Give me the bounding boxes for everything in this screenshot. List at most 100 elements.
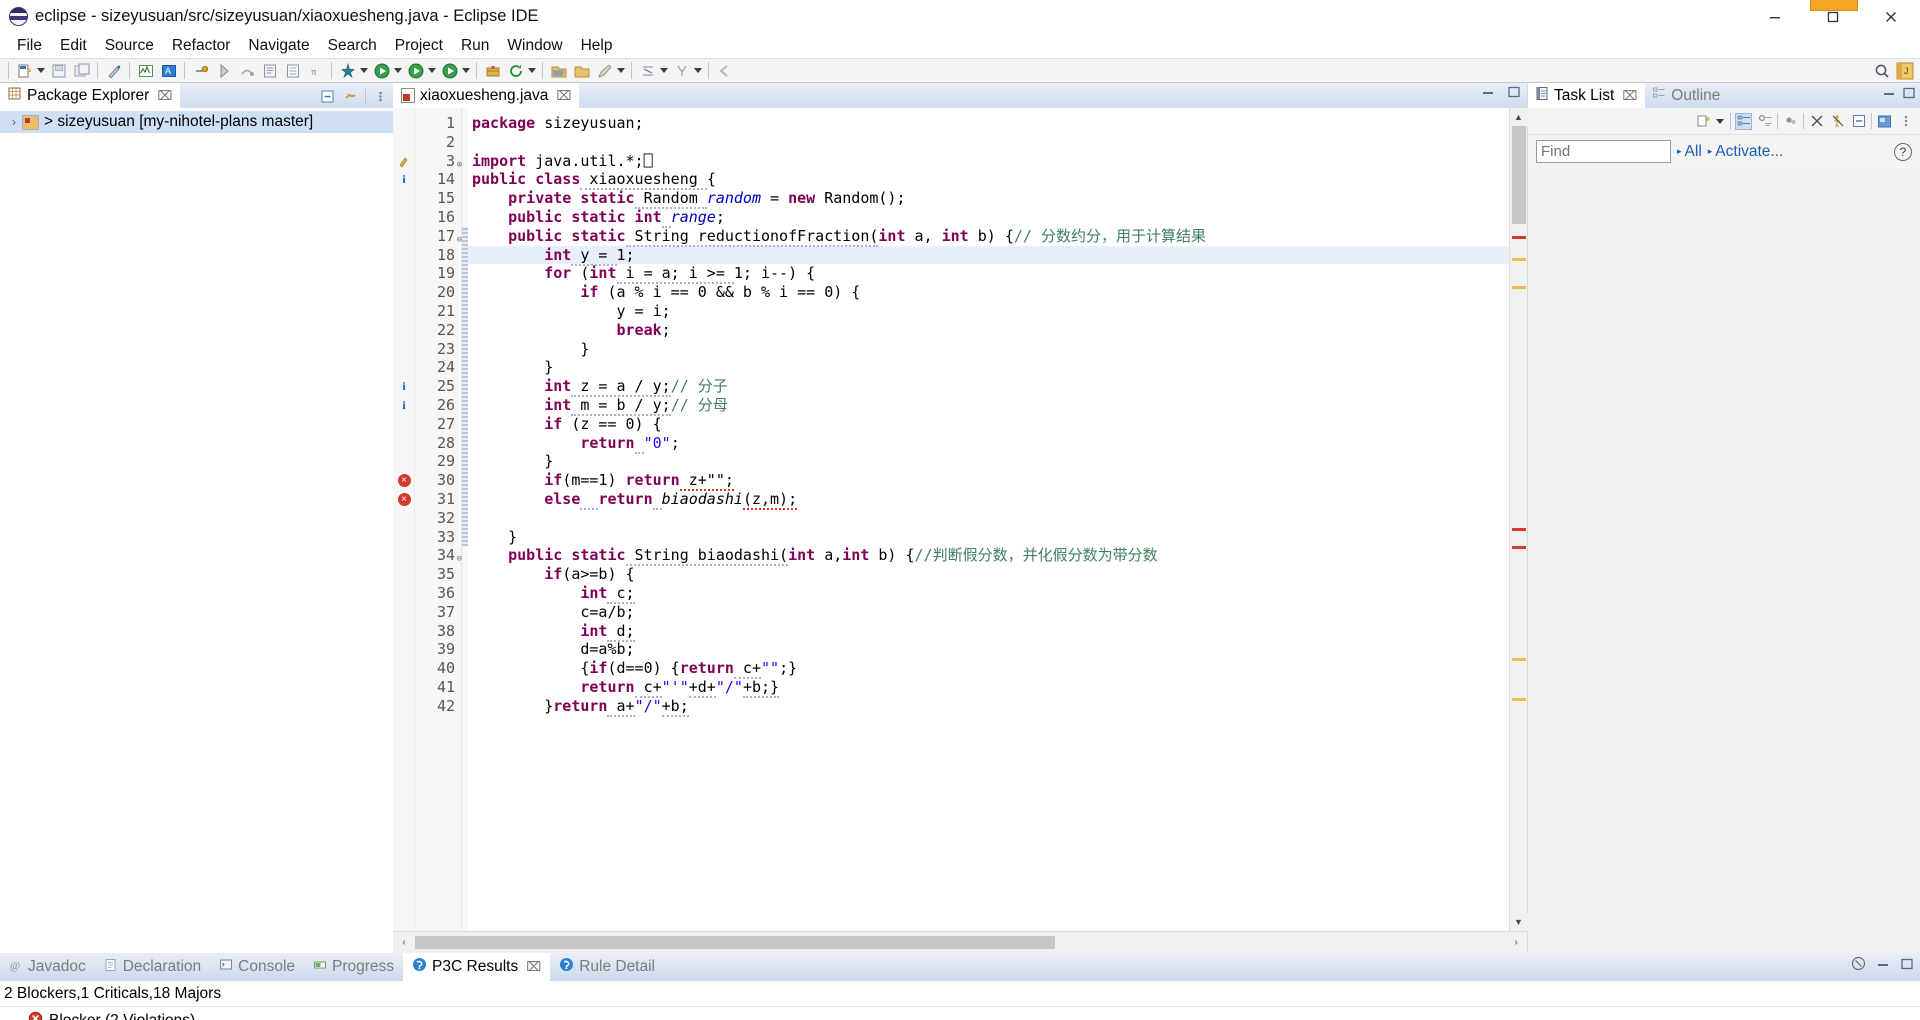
- refresh-dropdown-caret[interactable]: [527, 60, 536, 81]
- code-line[interactable]: }return a+"/"+b;: [468, 696, 1509, 717]
- new-class-icon[interactable]: A: [158, 60, 179, 81]
- menu-help[interactable]: Help: [572, 35, 622, 57]
- filter-all-link[interactable]: ▸ All: [1677, 143, 1702, 161]
- previous-annotation-icon[interactable]: [637, 60, 658, 81]
- new-wizard-dropdown-caret[interactable]: [36, 60, 45, 81]
- code-line[interactable]: int z = a / y;// 分子: [468, 377, 1509, 398]
- new-wizard-icon[interactable]: [14, 60, 35, 81]
- collapse-all-icon[interactable]: [319, 88, 336, 105]
- code-line[interactable]: public static String reductionofFraction…: [468, 226, 1509, 247]
- view-menu-icon[interactable]: [1897, 113, 1914, 130]
- profile-dropdown-caret[interactable]: [359, 60, 368, 81]
- overview-ruler-mark[interactable]: [1512, 546, 1526, 549]
- task-list-content[interactable]: [1528, 168, 1920, 953]
- presentation-icon[interactable]: [1829, 113, 1846, 130]
- code-line[interactable]: return "0";: [468, 433, 1509, 454]
- code-line[interactable]: return c+"'"+d+"/"+b;}: [468, 677, 1509, 698]
- link-with-editor-icon[interactable]: [342, 88, 359, 105]
- edit-pen-icon[interactable]: [594, 60, 615, 81]
- code-line[interactable]: public static String biaodashi(int a,int…: [468, 546, 1509, 567]
- focus-on-workweek-icon[interactable]: [1782, 113, 1799, 130]
- debug-icon[interactable]: [405, 60, 426, 81]
- overview-ruler-mark[interactable]: [1512, 658, 1526, 661]
- menu-window[interactable]: Window: [498, 35, 571, 57]
- maximize-icon[interactable]: [1902, 86, 1916, 105]
- info-annotation-icon[interactable]: i: [396, 171, 412, 187]
- code-line[interactable]: [468, 509, 1509, 528]
- find-input[interactable]: [1536, 140, 1671, 163]
- maximize-icon[interactable]: [1900, 957, 1914, 976]
- profile-icon[interactable]: [337, 60, 358, 81]
- help-icon[interactable]: ?: [1894, 142, 1912, 161]
- tab-close-icon[interactable]: ⌧: [1622, 88, 1637, 104]
- menu-project[interactable]: Project: [386, 35, 452, 57]
- error-annotation-icon[interactable]: ×: [396, 491, 412, 507]
- code-line[interactable]: int m = b / y;// 分母: [468, 395, 1509, 416]
- restore-tasklist-icon[interactable]: [1876, 113, 1893, 130]
- next-annotation-caret[interactable]: [693, 60, 702, 81]
- close-button[interactable]: [1862, 0, 1920, 33]
- minimize-icon[interactable]: [1481, 85, 1495, 104]
- tab-task-list[interactable]: Task List ⌧: [1528, 83, 1646, 108]
- run-icon[interactable]: [371, 60, 392, 81]
- menu-file[interactable]: File: [8, 35, 51, 57]
- fold-collapse-icon[interactable]: ⊖: [451, 231, 462, 245]
- categorized-icon[interactable]: [1735, 112, 1752, 130]
- open-folder-icon[interactable]: [548, 60, 569, 81]
- code-line[interactable]: }: [468, 358, 1509, 377]
- quick-fix-icon[interactable]: [103, 60, 124, 81]
- collapse-all-icon[interactable]: [1850, 113, 1867, 130]
- code-line[interactable]: public class xiaoxuesheng {: [468, 170, 1509, 191]
- editor-annotation-ruler[interactable]: i i i × ×: [393, 108, 415, 931]
- minimize-button[interactable]: [1746, 0, 1804, 33]
- view-menu-icon[interactable]: [372, 88, 389, 105]
- overview-ruler-mark[interactable]: [1512, 528, 1526, 531]
- scroll-up-arrow[interactable]: ▲: [1509, 108, 1528, 126]
- coverage-icon[interactable]: [439, 60, 460, 81]
- search-all-icon[interactable]: [1871, 60, 1892, 81]
- error-annotation-icon[interactable]: ×: [396, 472, 412, 488]
- horizontal-scroll-thumb[interactable]: [415, 936, 1055, 949]
- code-line[interactable]: }: [468, 452, 1509, 471]
- chevron-right-icon[interactable]: ›: [6, 115, 22, 129]
- filter-completed-icon[interactable]: [1808, 113, 1825, 130]
- vertical-scroll-thumb[interactable]: [1512, 126, 1526, 224]
- code-line[interactable]: if (z == 0) {: [468, 415, 1509, 434]
- maximize-button[interactable]: [1804, 0, 1862, 33]
- perspective-java-icon[interactable]: J: [1894, 60, 1915, 81]
- fold-expand-icon[interactable]: ⊕: [451, 156, 462, 170]
- overview-ruler-mark[interactable]: [1512, 236, 1526, 239]
- code-line[interactable]: if (a % i == 0 && b % i == 0) {: [468, 283, 1509, 302]
- tab-xiaoxuesheng-java[interactable]: xiaoxuesheng.java ⌧: [393, 83, 580, 108]
- code-line[interactable]: if(a>=b) {: [468, 565, 1509, 584]
- tab-outline[interactable]: Outline: [1645, 83, 1728, 108]
- menu-edit[interactable]: Edit: [51, 35, 96, 57]
- back-icon[interactable]: [714, 60, 735, 81]
- link-icon[interactable]: [190, 60, 211, 81]
- quickfix-warning-icon[interactable]: [396, 153, 412, 169]
- code-line[interactable]: }: [468, 340, 1509, 359]
- minimize-icon[interactable]: [1876, 957, 1890, 976]
- code-line[interactable]: import java.util.*;⎕: [468, 152, 1509, 171]
- bottom-tab-close-icon[interactable]: ⌧: [526, 959, 541, 975]
- clear-results-icon[interactable]: [1851, 956, 1866, 976]
- code-line[interactable]: int y = 1;: [468, 245, 1509, 266]
- code-line[interactable]: c=a/b;: [468, 603, 1509, 622]
- scroll-left-arrow[interactable]: ‹: [393, 932, 415, 953]
- new-task-caret[interactable]: [1715, 111, 1724, 132]
- debug-dropdown-caret[interactable]: [427, 60, 436, 81]
- chevron-down-icon[interactable]: ⌄: [8, 1015, 22, 1020]
- save-all-icon[interactable]: [71, 60, 92, 81]
- next-annotation-icon[interactable]: [671, 60, 692, 81]
- code-line[interactable]: }: [468, 528, 1509, 547]
- skip-breakpoints-icon[interactable]: [213, 60, 234, 81]
- package-explorer-tree[interactable]: › > sizeyusuan [my-nihotel-plans master]: [0, 108, 393, 953]
- bottom-tab-console[interactable]: Console: [210, 953, 304, 981]
- scheduled-icon[interactable]: [1756, 113, 1773, 130]
- step-over-icon[interactable]: [236, 60, 257, 81]
- tab-package-explorer[interactable]: Package Explorer ⌧: [0, 83, 181, 108]
- menu-search[interactable]: Search: [319, 35, 386, 57]
- open-task-icon[interactable]: [282, 60, 303, 81]
- bottom-tab-declaration[interactable]: Declaration: [95, 953, 210, 981]
- overview-ruler-mark[interactable]: [1512, 698, 1526, 701]
